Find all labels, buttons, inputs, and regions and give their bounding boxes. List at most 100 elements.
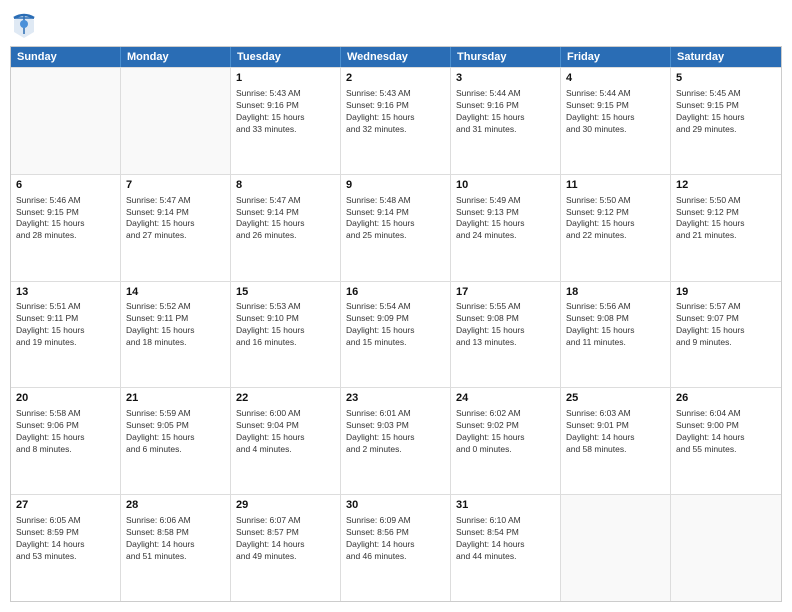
week-row-4: 20Sunrise: 5:58 AM Sunset: 9:06 PM Dayli… [11,387,781,494]
table-row: 16Sunrise: 5:54 AM Sunset: 9:09 PM Dayli… [341,282,451,388]
table-row: 20Sunrise: 5:58 AM Sunset: 9:06 PM Dayli… [11,388,121,494]
day-number: 1 [236,71,335,86]
day-info: Sunrise: 5:53 AM Sunset: 9:10 PM Dayligh… [236,301,335,349]
week-row-3: 13Sunrise: 5:51 AM Sunset: 9:11 PM Dayli… [11,281,781,388]
day-info: Sunrise: 6:03 AM Sunset: 9:01 PM Dayligh… [566,408,665,456]
day-number: 15 [236,285,335,300]
day-info: Sunrise: 6:10 AM Sunset: 8:54 PM Dayligh… [456,515,555,563]
day-number: 2 [346,71,445,86]
table-row: 8 Sunrise: 5:47 AM Sunset: 9:14 PM Daylig… [231,175,341,281]
week-row-5: 27 Sunrise: 6:05 AM Sunset: 8:59 PM Dayli… [11,494,781,601]
day-info: Sunrise: 5:56 AM Sunset: 9:08 PM Dayligh… [566,301,665,349]
table-row: 7Sunrise: 5:47 AM Sunset: 9:14 PM Daylig… [121,175,231,281]
day-number: 12 [676,178,776,193]
day-number: 30 [346,498,445,513]
day-number: 17 [456,285,555,300]
header-wednesday: Wednesday [341,47,451,67]
day-info: Sunrise: 5:52 AM Sunset: 9:11 PM Dayligh… [126,301,225,349]
calendar: Sunday Monday Tuesday Wednesday Thursday… [10,46,782,602]
table-row [121,68,231,174]
day-number: 21 [126,391,225,406]
table-row: 9 Sunrise: 5:48 AM Sunset: 9:14 PM Daylig… [341,175,451,281]
day-number: 13 [16,285,115,300]
day-number: 23 [346,391,445,406]
page: Sunday Monday Tuesday Wednesday Thursday… [0,0,792,612]
day-info: Sunrise: 5:46 AM Sunset: 9:15 PM Dayligh… [16,195,115,243]
header [10,10,782,38]
table-row: 29 Sunrise: 6:07 AM Sunset: 8:57 PM Dayli… [231,495,341,601]
day-info: Sunrise: 6:06 AM Sunset: 8:58 PM Dayligh… [126,515,225,563]
day-number: 29 [236,498,335,513]
table-row: 2Sunrise: 5:43 AM Sunset: 9:16 PM Daylig… [341,68,451,174]
table-row [671,495,781,601]
day-number: 22 [236,391,335,406]
day-info: Sunrise: 5:48 AM Sunset: 9:14 PM Dayligh… [346,195,445,243]
day-info: Sunrise: 6:09 AM Sunset: 8:56 PM Dayligh… [346,515,445,563]
table-row: 23Sunrise: 6:01 AM Sunset: 9:03 PM Dayli… [341,388,451,494]
calendar-header: Sunday Monday Tuesday Wednesday Thursday… [11,47,781,67]
day-number: 20 [16,391,115,406]
header-tuesday: Tuesday [231,47,341,67]
day-number: 10 [456,178,555,193]
day-info: Sunrise: 5:49 AM Sunset: 9:13 PM Dayligh… [456,195,555,243]
table-row: 1 Sunrise: 5:43 AM Sunset: 9:16 PM Daylig… [231,68,341,174]
table-row: 25 Sunrise: 6:03 AM Sunset: 9:01 PM Dayli… [561,388,671,494]
day-number: 24 [456,391,555,406]
table-row: 4Sunrise: 5:44 AM Sunset: 9:15 PM Daylig… [561,68,671,174]
day-number: 14 [126,285,225,300]
table-row: 12 Sunrise: 5:50 AM Sunset: 9:12 PM Dayli… [671,175,781,281]
day-number: 31 [456,498,555,513]
day-info: Sunrise: 5:43 AM Sunset: 9:16 PM Dayligh… [236,88,335,136]
table-row [11,68,121,174]
day-number: 6 [16,178,115,193]
day-info: Sunrise: 5:44 AM Sunset: 9:15 PM Dayligh… [566,88,665,136]
table-row: 15Sunrise: 5:53 AM Sunset: 9:10 PM Dayli… [231,282,341,388]
table-row: 31 Sunrise: 6:10 AM Sunset: 8:54 PM Dayli… [451,495,561,601]
table-row: 28 Sunrise: 6:06 AM Sunset: 8:58 PM Dayli… [121,495,231,601]
logo [10,10,42,38]
day-info: Sunrise: 5:50 AM Sunset: 9:12 PM Dayligh… [566,195,665,243]
day-info: Sunrise: 6:04 AM Sunset: 9:00 PM Dayligh… [676,408,776,456]
day-number: 18 [566,285,665,300]
table-row: 10 Sunrise: 5:49 AM Sunset: 9:13 PM Dayli… [451,175,561,281]
table-row: 21 Sunrise: 5:59 AM Sunset: 9:05 PM Dayli… [121,388,231,494]
day-info: Sunrise: 5:51 AM Sunset: 9:11 PM Dayligh… [16,301,115,349]
table-row: 27 Sunrise: 6:05 AM Sunset: 8:59 PM Dayli… [11,495,121,601]
day-number: 5 [676,71,776,86]
day-info: Sunrise: 5:45 AM Sunset: 9:15 PM Dayligh… [676,88,776,136]
table-row: 6 Sunrise: 5:46 AM Sunset: 9:15 PM Daylig… [11,175,121,281]
day-number: 3 [456,71,555,86]
day-info: Sunrise: 5:54 AM Sunset: 9:09 PM Dayligh… [346,301,445,349]
day-info: Sunrise: 5:57 AM Sunset: 9:07 PM Dayligh… [676,301,776,349]
day-number: 28 [126,498,225,513]
table-row: 14Sunrise: 5:52 AM Sunset: 9:11 PM Dayli… [121,282,231,388]
table-row: 22 Sunrise: 6:00 AM Sunset: 9:04 PM Dayli… [231,388,341,494]
day-number: 26 [676,391,776,406]
day-number: 19 [676,285,776,300]
table-row: 30 Sunrise: 6:09 AM Sunset: 8:56 PM Dayli… [341,495,451,601]
calendar-body: 1 Sunrise: 5:43 AM Sunset: 9:16 PM Daylig… [11,67,781,601]
day-number: 9 [346,178,445,193]
day-info: Sunrise: 6:00 AM Sunset: 9:04 PM Dayligh… [236,408,335,456]
day-info: Sunrise: 5:59 AM Sunset: 9:05 PM Dayligh… [126,408,225,456]
day-info: Sunrise: 5:50 AM Sunset: 9:12 PM Dayligh… [676,195,776,243]
table-row: 19Sunrise: 5:57 AM Sunset: 9:07 PM Dayli… [671,282,781,388]
day-info: Sunrise: 5:55 AM Sunset: 9:08 PM Dayligh… [456,301,555,349]
day-info: Sunrise: 6:07 AM Sunset: 8:57 PM Dayligh… [236,515,335,563]
day-number: 7 [126,178,225,193]
header-thursday: Thursday [451,47,561,67]
table-row: 11Sunrise: 5:50 AM Sunset: 9:12 PM Dayli… [561,175,671,281]
header-monday: Monday [121,47,231,67]
day-number: 8 [236,178,335,193]
header-sunday: Sunday [11,47,121,67]
table-row [561,495,671,601]
table-row: 3Sunrise: 5:44 AM Sunset: 9:16 PM Daylig… [451,68,561,174]
day-info: Sunrise: 5:47 AM Sunset: 9:14 PM Dayligh… [236,195,335,243]
day-number: 25 [566,391,665,406]
header-saturday: Saturday [671,47,781,67]
table-row: 18Sunrise: 5:56 AM Sunset: 9:08 PM Dayli… [561,282,671,388]
day-number: 27 [16,498,115,513]
table-row: 5 Sunrise: 5:45 AM Sunset: 9:15 PM Daylig… [671,68,781,174]
day-info: Sunrise: 6:05 AM Sunset: 8:59 PM Dayligh… [16,515,115,563]
logo-icon [10,10,38,38]
